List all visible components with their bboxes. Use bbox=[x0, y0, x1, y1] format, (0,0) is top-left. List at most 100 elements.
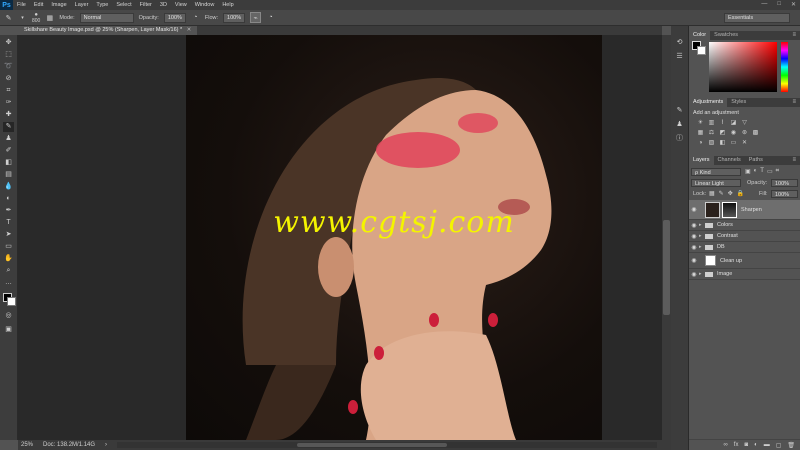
layer-row-clean-up[interactable]: ◉ Clean up bbox=[689, 253, 800, 269]
link-layers-icon[interactable]: ∞ bbox=[724, 442, 728, 448]
layer-row-image[interactable]: ◉ ▸ Image bbox=[689, 269, 800, 280]
hue-saturation-icon[interactable]: ▦ bbox=[697, 130, 704, 137]
shape-tool-icon[interactable]: ▭ bbox=[3, 242, 14, 252]
tab-channels[interactable]: Channels bbox=[714, 156, 745, 165]
info-panel-icon[interactable]: ⓘ bbox=[675, 134, 684, 143]
lock-all-icon[interactable]: 🔒 bbox=[737, 190, 744, 198]
more-tools-icon[interactable]: … bbox=[3, 278, 14, 288]
visibility-eye-icon[interactable]: ◉ bbox=[689, 244, 699, 251]
status-arrow-icon[interactable]: › bbox=[105, 442, 107, 448]
minimize-button[interactable]: — bbox=[761, 1, 767, 8]
zoom-tool-icon[interactable]: ⌕ bbox=[3, 266, 14, 276]
blend-mode-select[interactable]: Linear Light bbox=[691, 179, 741, 187]
tab-swatches[interactable]: Swatches bbox=[710, 31, 742, 40]
color-picker-field[interactable] bbox=[709, 42, 777, 92]
airbrush-icon[interactable]: ⌁ bbox=[250, 12, 262, 23]
tab-color[interactable]: Color bbox=[689, 31, 711, 40]
color-balance-icon[interactable]: ⚖ bbox=[708, 130, 715, 137]
delete-layer-icon[interactable]: 🗑 bbox=[787, 442, 795, 449]
menu-layer[interactable]: Layer bbox=[71, 2, 93, 8]
posterize-icon[interactable]: ▨ bbox=[708, 140, 715, 147]
visibility-eye-icon[interactable]: ◉ bbox=[689, 271, 699, 278]
menu-file[interactable]: File bbox=[13, 2, 30, 8]
layer-row-contrast[interactable]: ◉ ▸ Contrast bbox=[689, 231, 800, 242]
invert-icon[interactable]: ◑ bbox=[697, 140, 704, 147]
history-panel-icon[interactable]: ⟲ bbox=[675, 38, 684, 47]
layer-name[interactable]: Clean up bbox=[720, 258, 742, 264]
exposure-icon[interactable]: ◪ bbox=[730, 120, 737, 127]
layer-row-colors[interactable]: ◉ ▸ Colors bbox=[689, 220, 800, 231]
type-tool-icon[interactable]: T bbox=[3, 218, 14, 228]
eraser-tool-icon[interactable]: ◧ bbox=[3, 158, 14, 168]
menu-image[interactable]: Image bbox=[47, 2, 70, 8]
layer-filter-kind[interactable]: ρ Kind bbox=[691, 168, 741, 176]
opacity-field[interactable]: 100% bbox=[163, 12, 186, 23]
tab-layers[interactable]: Layers bbox=[689, 156, 714, 165]
new-adjustment-icon[interactable]: ◐ bbox=[754, 442, 758, 448]
tab-styles[interactable]: Styles bbox=[727, 98, 750, 107]
levels-icon[interactable]: ▥ bbox=[708, 120, 715, 127]
horizontal-scrollbar-thumb[interactable] bbox=[297, 443, 448, 447]
menu-type[interactable]: Type bbox=[92, 2, 112, 8]
filter-smart-icon[interactable]: ⌗ bbox=[776, 168, 779, 175]
layer-opacity-field[interactable]: 100% bbox=[771, 179, 798, 187]
quick-mask-icon[interactable]: ◎ bbox=[3, 311, 14, 321]
brush-tool-icon[interactable]: ✎ bbox=[3, 122, 14, 132]
document-tab[interactable]: Skillshare Beauty Image.psd @ 25% (Sharp… bbox=[18, 26, 198, 35]
background-color-swatch[interactable] bbox=[7, 297, 16, 306]
dodge-tool-icon[interactable]: ◐ bbox=[3, 194, 14, 204]
pressure-opacity-icon[interactable]: ◔ bbox=[191, 13, 200, 22]
layer-row-db[interactable]: ◉ ▸ DB bbox=[689, 242, 800, 253]
new-layer-icon[interactable]: ▢ bbox=[776, 442, 782, 449]
menu-help[interactable]: Help bbox=[218, 2, 237, 8]
vibrance-icon[interactable]: ▽ bbox=[741, 120, 748, 127]
clone-source-icon[interactable]: ♟ bbox=[675, 120, 684, 129]
layer-mask-thumbnail[interactable] bbox=[722, 201, 737, 218]
lasso-tool-icon[interactable]: ➰ bbox=[3, 62, 14, 72]
visibility-eye-icon[interactable]: ◉ bbox=[689, 257, 699, 264]
clone-stamp-tool-icon[interactable]: ♟ bbox=[3, 134, 14, 144]
crop-tool-icon[interactable]: ⌗ bbox=[3, 86, 14, 96]
layer-name[interactable]: Image bbox=[717, 271, 732, 277]
layer-row-sharpen[interactable]: ◉ Sharpen bbox=[689, 200, 800, 220]
history-brush-tool-icon[interactable]: ✐ bbox=[3, 146, 14, 156]
photo-filter-icon[interactable]: ◉ bbox=[730, 130, 737, 137]
gradient-tool-icon[interactable]: ▤ bbox=[3, 170, 14, 180]
screen-mode-icon[interactable]: ▣ bbox=[3, 325, 14, 335]
filter-type-icon[interactable]: T bbox=[760, 168, 764, 175]
flow-field[interactable]: 100% bbox=[223, 12, 246, 23]
brightness-icon[interactable]: ☀ bbox=[697, 120, 704, 127]
layer-name[interactable]: Sharpen bbox=[741, 207, 762, 213]
properties-panel-icon[interactable]: ☰ bbox=[675, 52, 684, 61]
vertical-scrollbar-thumb[interactable] bbox=[663, 220, 670, 315]
panel-menu-icon[interactable]: ≡ bbox=[792, 156, 796, 165]
layer-style-icon[interactable]: fx bbox=[734, 442, 739, 448]
visibility-eye-icon[interactable]: ◉ bbox=[689, 206, 699, 213]
maximize-button[interactable]: □ bbox=[777, 1, 781, 8]
visibility-eye-icon[interactable]: ◉ bbox=[689, 233, 699, 240]
curves-icon[interactable]: ⌇ bbox=[719, 120, 726, 127]
brush-tool-icon[interactable]: ✎ bbox=[4, 13, 13, 22]
layer-name[interactable]: DB bbox=[717, 244, 725, 250]
marquee-tool-icon[interactable]: ⬚ bbox=[3, 50, 14, 60]
add-mask-icon[interactable]: ◙ bbox=[744, 442, 748, 448]
close-button[interactable]: ✕ bbox=[791, 1, 796, 8]
gradient-map-icon[interactable]: ▭ bbox=[730, 140, 737, 147]
channel-mixer-icon[interactable]: ⊛ bbox=[741, 130, 748, 137]
close-tab-icon[interactable]: ✕ bbox=[187, 27, 192, 33]
menu-view[interactable]: View bbox=[171, 2, 191, 8]
document-image[interactable]: www.cgtsj.com bbox=[186, 35, 602, 440]
menu-3d[interactable]: 3D bbox=[156, 2, 171, 8]
eyedropper-tool-icon[interactable]: ✑ bbox=[3, 98, 14, 108]
horizontal-scrollbar[interactable] bbox=[117, 442, 658, 448]
visibility-eye-icon[interactable]: ◉ bbox=[689, 222, 699, 229]
brush-preset-picker[interactable]: ● 800 bbox=[32, 12, 40, 24]
chevron-down-icon[interactable]: ▾ bbox=[18, 13, 27, 22]
fill-field[interactable]: 100% bbox=[771, 190, 798, 198]
path-select-tool-icon[interactable]: ➤ bbox=[3, 230, 14, 240]
layer-name[interactable]: Colors bbox=[717, 222, 733, 228]
selective-color-icon[interactable]: ✕ bbox=[741, 140, 748, 147]
hue-slider[interactable] bbox=[781, 42, 788, 92]
menu-edit[interactable]: Edit bbox=[30, 2, 47, 8]
move-tool-icon[interactable]: ✥ bbox=[3, 38, 14, 48]
